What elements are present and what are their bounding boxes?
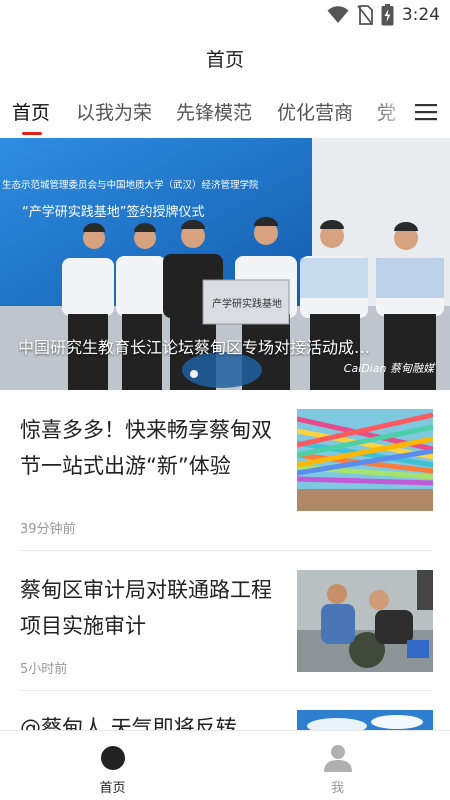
status-icons: 3:24 [327,4,440,26]
news-thumbnail[interactable] [297,570,433,672]
status-bar: 3:24 [0,0,450,30]
banner-watermark: CaiDian 蔡甸融媒 [343,362,434,375]
divider [20,550,433,551]
audit-workers-photo [297,570,433,672]
nav-me-label: 我 [330,781,344,796]
tab-business[interactable]: 优化营商 [277,98,353,125]
news-time: 39分钟前 [20,522,76,537]
menu-button[interactable] [402,88,450,136]
tab-home[interactable]: 首页 [12,98,50,125]
news-item[interactable]: 蔡甸区审计局对联通路工程项目实施审计 5小时前 [0,552,450,692]
hamburger-menu-icon [415,104,437,121]
tab-pride[interactable]: 以我为荣 [76,98,152,125]
news-title[interactable]: 惊喜多多！快来畅享蔡甸双节一站式出游“新”体验 [20,412,275,484]
user-profile-icon [324,745,352,772]
tab-bar: 首页 以我为荣 先锋模范 优化营商 党 [0,88,450,136]
nav-home[interactable]: 首页 [0,731,225,800]
news-time: 5小时前 [20,662,68,677]
wifi-icon [327,6,349,23]
nav-home-label: 首页 [99,781,126,796]
status-time: 3:24 [401,5,440,25]
tab-pioneer[interactable]: 先锋模范 [176,98,252,125]
umbrella-street-photo [297,409,433,511]
banner-caption[interactable]: 中国研究生教育长江论坛蔡甸区专场对接活动成… [18,334,428,358]
news-title[interactable]: 蔡甸区审计局对联通路工程项目实施审计 [20,572,275,644]
bottom-nav: 首页 我 [0,730,450,800]
banner-backdrop-line1: 生态示范城管理委员会与中国地质大学（武汉）经济管理学院 [2,179,259,191]
home-circle-icon [101,746,125,770]
news-thumbnail[interactable] [297,409,433,511]
divider [20,690,433,691]
page-title: 首页 [205,48,244,71]
carousel-dot[interactable] [190,370,198,378]
app-header: 首页 [0,30,450,86]
banner-plaque-text: 产学研实践基地 [212,297,282,310]
banner-backdrop-line2: “产学研实践基地”签约授牌仪式 [22,204,204,220]
active-tab-indicator [22,132,42,135]
battery-charging-icon [381,4,394,26]
banner-carousel[interactable]: 生态示范城管理委员会与中国地质大学（武汉）经济管理学院 “产学研实践基地”签约授… [0,138,450,390]
nav-me[interactable]: 我 [225,731,450,800]
news-item[interactable]: 惊喜多多！快来畅享蔡甸双节一站式出游“新”体验 39分钟前 [0,392,450,551]
no-sim-icon [357,5,373,25]
